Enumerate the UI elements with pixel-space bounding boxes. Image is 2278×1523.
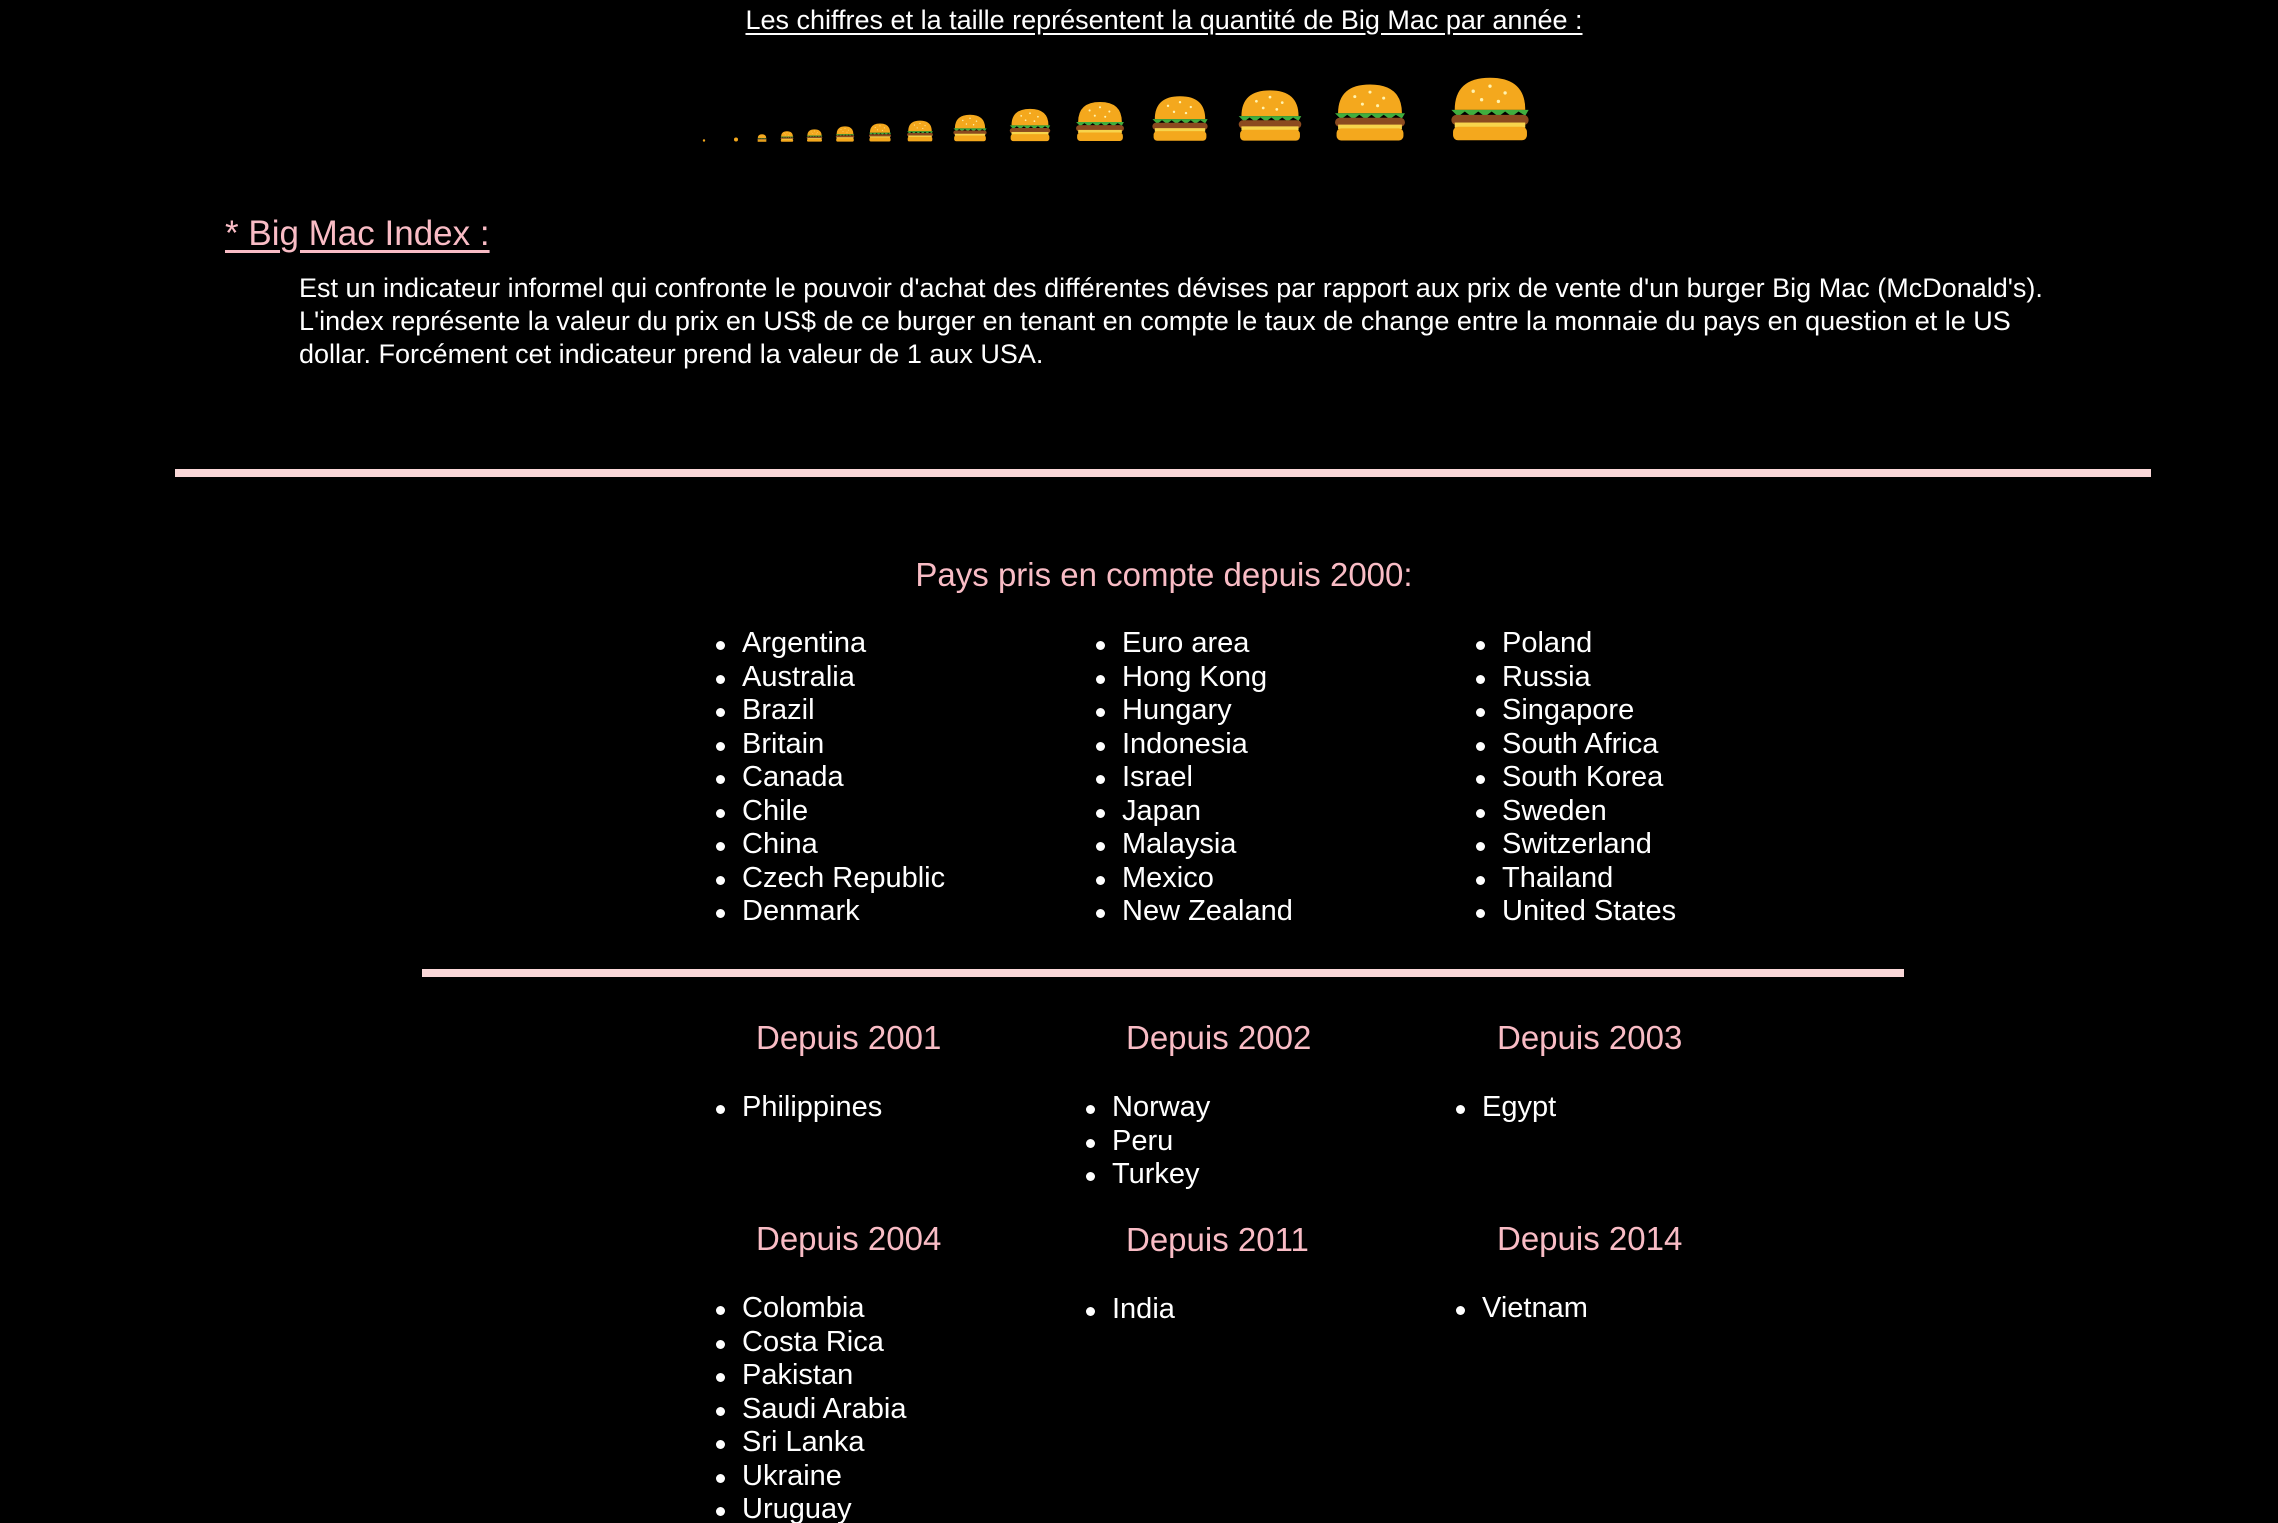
- divider: [422, 969, 1904, 977]
- list-item: Egypt: [1456, 1091, 1556, 1125]
- list-item: Britain: [716, 728, 945, 762]
- countries-2000-title: Pays pris en compte depuis 2000:: [915, 556, 1413, 593]
- list-item: Colombia: [716, 1292, 906, 1326]
- list-item: Canada: [716, 761, 945, 795]
- list-item: Hungary: [1096, 694, 1293, 728]
- list-item: Argentina: [716, 627, 945, 661]
- list-item: Indonesia: [1096, 728, 1293, 762]
- list-item: Singapore: [1476, 694, 1676, 728]
- year-heading-2004: Depuis 2004: [756, 1220, 942, 1257]
- countries-2000-column-2: Euro area Hong Kong Hungary Indonesia Israel…: [1096, 627, 1293, 929]
- list-item: Pakistan: [716, 1359, 906, 1393]
- list-item: China: [716, 828, 945, 862]
- countries-2011-list: India: [1086, 1293, 1175, 1327]
- year-heading-2011: Depuis 2011: [1126, 1221, 1309, 1258]
- list-item: Vietnam: [1456, 1292, 1588, 1326]
- burger-icon: [1150, 95, 1210, 142]
- countries-2002-list: Norway Peru Turkey: [1086, 1091, 1210, 1192]
- countries-2001-list: Philippines: [716, 1091, 882, 1125]
- big-mac-index-heading: * Big Mac Index :: [225, 214, 490, 253]
- year-heading-2014: Depuis 2014: [1497, 1220, 1683, 1257]
- burger-icon: [757, 134, 767, 142]
- legend-title: Les chiffres et la taille représentent l…: [745, 5, 1583, 35]
- list-item: Turkey: [1086, 1158, 1210, 1192]
- list-item: Malaysia: [1096, 828, 1293, 862]
- countries-2004-list: Colombia Costa Rica Pakistan Saudi Arabia Sr…: [716, 1292, 906, 1523]
- divider: [175, 469, 2151, 477]
- burger-icon: [906, 120, 934, 142]
- year-heading-2002: Depuis 2002: [1126, 1019, 1312, 1056]
- burger-icon: [1448, 76, 1532, 142]
- burger-icon: [702, 139, 706, 142]
- list-item: Switzerland: [1476, 828, 1676, 862]
- list-item: Hong Kong: [1096, 661, 1293, 695]
- list-item: Russia: [1476, 661, 1676, 695]
- list-item: Euro area: [1096, 627, 1293, 661]
- list-item: Israel: [1096, 761, 1293, 795]
- list-item: Denmark: [716, 895, 945, 929]
- list-item: Sweden: [1476, 795, 1676, 829]
- countries-2000-column-3: Poland Russia Singapore South Africa South K…: [1476, 627, 1676, 929]
- list-item: Ukraine: [716, 1460, 906, 1494]
- list-item: India: [1086, 1293, 1175, 1327]
- list-item: Norway: [1086, 1091, 1210, 1125]
- list-item: South Korea: [1476, 761, 1676, 795]
- list-item: Brazil: [716, 694, 945, 728]
- burger-icon: [952, 114, 988, 142]
- burger-icon: [835, 126, 855, 142]
- burger-icon: [1332, 83, 1408, 142]
- list-item: Saudi Arabia: [716, 1393, 906, 1427]
- list-item: Mexico: [1096, 862, 1293, 896]
- countries-2014-list: Vietnam: [1456, 1292, 1588, 1326]
- burger-icon: [733, 137, 739, 142]
- burger-icon: [1074, 101, 1126, 142]
- list-item: Australia: [716, 661, 945, 695]
- burger-size-legend: [690, 60, 1620, 150]
- burger-icon: [806, 129, 823, 142]
- burger-icon: [868, 123, 892, 142]
- list-item: Costa Rica: [716, 1326, 906, 1360]
- list-item: Poland: [1476, 627, 1676, 661]
- burger-icon: [1236, 89, 1304, 142]
- burger-icon: [780, 131, 794, 142]
- list-item: Czech Republic: [716, 862, 945, 896]
- burger-icon: [1008, 108, 1052, 142]
- list-item: United States: [1476, 895, 1676, 929]
- countries-2003-list: Egypt: [1456, 1091, 1556, 1125]
- year-heading-2003: Depuis 2003: [1497, 1019, 1683, 1056]
- list-item: Chile: [716, 795, 945, 829]
- list-item: Japan: [1096, 795, 1293, 829]
- list-item: Thailand: [1476, 862, 1676, 896]
- list-item: New Zealand: [1096, 895, 1293, 929]
- countries-2000-column-1: Argentina Australia Brazil Britain Canada Chi…: [716, 627, 945, 929]
- list-item: South Africa: [1476, 728, 1676, 762]
- big-mac-index-description: Est un indicateur informel qui confronte…: [299, 273, 2043, 369]
- list-item: Sri Lanka: [716, 1426, 906, 1460]
- list-item: Peru: [1086, 1125, 1210, 1159]
- list-item: Uruguay: [716, 1493, 906, 1523]
- year-heading-2001: Depuis 2001: [756, 1019, 942, 1056]
- list-item: Philippines: [716, 1091, 882, 1125]
